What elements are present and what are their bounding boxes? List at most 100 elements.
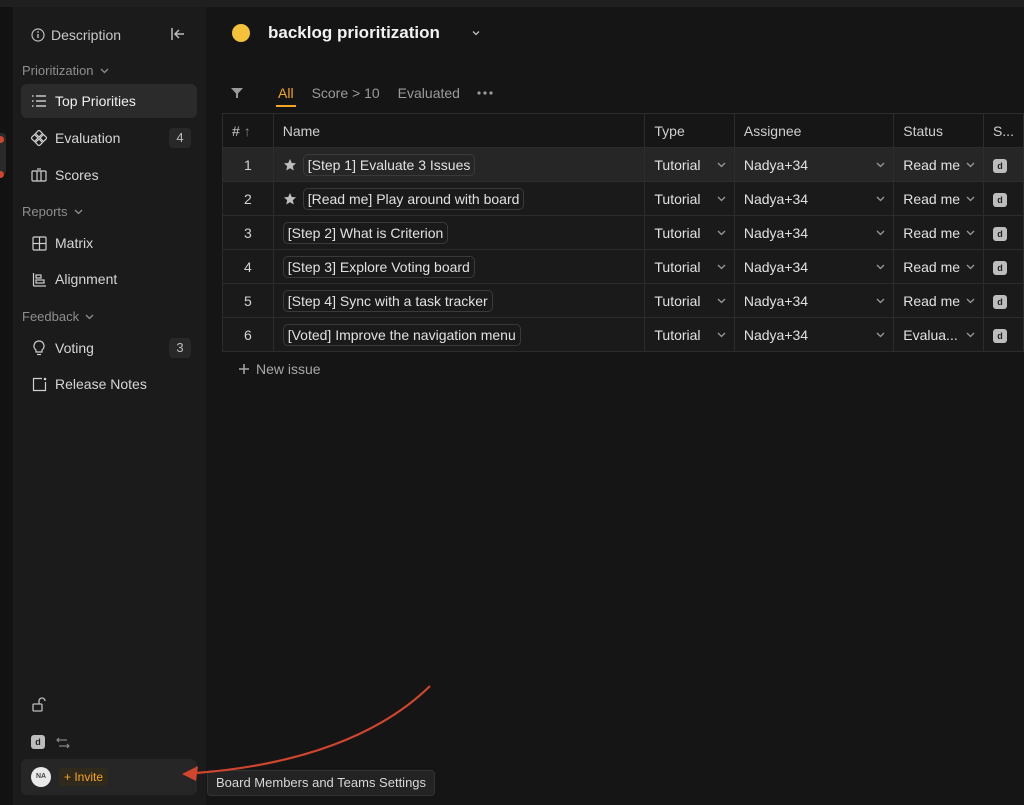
chevron-down-icon xyxy=(74,209,82,215)
column-header-name[interactable]: Name xyxy=(272,113,646,148)
section-reports[interactable]: Reports xyxy=(22,204,83,219)
assignee-cell[interactable]: Nadya+34 xyxy=(733,249,895,284)
column-header-assignee[interactable]: Assignee xyxy=(733,113,895,148)
chevron-down-icon[interactable] xyxy=(470,27,482,39)
tab-score-gt-10[interactable]: Score > 10 xyxy=(310,85,382,101)
new-issue-label: New issue xyxy=(256,361,321,377)
score-cell[interactable]: d xyxy=(982,147,1024,182)
sidebar-item-alignment[interactable]: Alignment xyxy=(21,262,197,296)
type-cell[interactable]: Tutorial xyxy=(644,147,735,182)
assignee-cell[interactable]: Nadya+34 xyxy=(733,215,895,250)
table-row[interactable]: 2 [Read me] Play around with board Tutor… xyxy=(222,181,1024,216)
issue-name[interactable]: [Step 3] Explore Voting board xyxy=(282,255,475,278)
board-members-bar[interactable]: NA + Invite xyxy=(21,759,197,795)
assignee-cell[interactable]: Nadya+34 xyxy=(733,181,895,216)
score-cell[interactable]: d xyxy=(982,283,1024,318)
column-header-score[interactable]: S... xyxy=(982,113,1024,148)
assignee-cell[interactable]: Nadya+34 xyxy=(733,147,895,182)
column-header-status[interactable]: Status xyxy=(893,113,984,148)
issue-name[interactable]: [Step 1] Evaluate 3 Issues xyxy=(302,153,476,176)
name-cell[interactable]: [Step 4] Sync with a task tracker xyxy=(272,283,646,318)
assignee-cell[interactable]: Nadya+34 xyxy=(733,283,895,318)
invite-button[interactable]: + Invite xyxy=(59,768,109,786)
top-bar xyxy=(0,0,1024,7)
status-cell[interactable]: Read me xyxy=(893,181,984,216)
status-value: Read me xyxy=(903,190,961,207)
sidebar-item-matrix[interactable]: Matrix xyxy=(21,226,197,260)
table-row[interactable]: 6 [Voted] Improve the navigation menu Tu… xyxy=(222,317,1024,352)
board-title[interactable]: backlog prioritization xyxy=(268,23,440,43)
chevron-down-icon xyxy=(966,332,975,338)
score-cell[interactable]: d xyxy=(982,249,1024,284)
chevron-down-icon xyxy=(100,68,108,74)
swap-icon[interactable] xyxy=(55,735,71,751)
assignee-value: Nadya+34 xyxy=(743,224,809,241)
assignee-cell[interactable]: Nadya+34 xyxy=(733,317,895,352)
sidebar-item-label: Scores xyxy=(55,167,99,183)
d-app-icon[interactable]: d xyxy=(31,735,47,751)
type-cell[interactable]: Tutorial xyxy=(644,317,735,352)
avatar[interactable]: NA xyxy=(31,767,51,787)
issue-name[interactable]: [Step 4] Sync with a task tracker xyxy=(282,289,493,312)
column-header-type[interactable]: Type xyxy=(644,113,735,148)
status-cell[interactable]: Read me xyxy=(893,147,984,182)
star-icon[interactable] xyxy=(283,192,297,206)
plus-icon xyxy=(239,364,249,374)
sidebar-item-evaluation[interactable]: Evaluation 4 xyxy=(21,121,197,155)
tab-all[interactable]: All xyxy=(276,85,296,107)
status-cell[interactable]: Read me xyxy=(893,215,984,250)
name-cell[interactable]: [Step 2] What is Criterion xyxy=(272,215,646,250)
type-cell[interactable]: Tutorial xyxy=(644,249,735,284)
table-row[interactable]: 3 [Step 2] What is Criterion Tutorial Na… xyxy=(222,215,1024,250)
name-cell[interactable]: [Step 3] Explore Voting board xyxy=(272,249,646,284)
sidebar-item-release-notes[interactable]: Release Notes xyxy=(21,367,197,401)
assignee-value: Nadya+34 xyxy=(743,326,809,343)
score-cell[interactable]: d xyxy=(982,317,1024,352)
sidebar-item-voting[interactable]: Voting 3 xyxy=(21,331,197,365)
column-header-number[interactable]: # ↑ xyxy=(222,113,274,148)
name-cell[interactable]: [Voted] Improve the navigation menu xyxy=(272,317,646,352)
table-row[interactable]: 5 [Step 4] Sync with a task tracker Tuto… xyxy=(222,283,1024,318)
collapse-sidebar-icon[interactable] xyxy=(169,25,187,43)
sidebar-item-label: Voting xyxy=(55,340,94,356)
type-cell[interactable]: Tutorial xyxy=(644,283,735,318)
type-cell[interactable]: Tutorial xyxy=(644,215,735,250)
more-icon[interactable] xyxy=(476,90,494,96)
status-cell[interactable]: Read me xyxy=(893,249,984,284)
row-number: 3 xyxy=(222,215,274,250)
scores-icon xyxy=(31,167,47,183)
unlock-icon[interactable] xyxy=(31,697,47,713)
issue-name[interactable]: [Read me] Play around with board xyxy=(302,187,525,210)
section-prioritization[interactable]: Prioritization xyxy=(22,63,109,78)
name-cell[interactable]: [Step 1] Evaluate 3 Issues xyxy=(272,147,646,182)
header-label: Status xyxy=(903,122,943,139)
status-cell[interactable]: Read me xyxy=(893,283,984,318)
assignee-value: Nadya+34 xyxy=(743,258,809,275)
table-row[interactable]: 4 [Step 3] Explore Voting board Tutorial… xyxy=(222,249,1024,284)
table-row[interactable]: 1 [Step 1] Evaluate 3 Issues Tutorial Na… xyxy=(222,147,1024,182)
tab-evaluated[interactable]: Evaluated xyxy=(396,85,462,101)
d-badge: d xyxy=(992,193,1007,207)
board-emoji-icon[interactable] xyxy=(232,24,250,42)
new-issue-button[interactable]: New issue xyxy=(238,361,321,377)
sidebar-item-label: Release Notes xyxy=(55,376,147,392)
score-cell[interactable]: d xyxy=(982,181,1024,216)
matrix-icon xyxy=(31,235,47,251)
sidebar-item-label: Matrix xyxy=(55,235,94,251)
section-feedback[interactable]: Feedback xyxy=(22,309,94,324)
chevron-down-icon xyxy=(876,298,885,304)
section-label: Feedback xyxy=(22,309,80,324)
name-cell[interactable]: [Read me] Play around with board xyxy=(272,181,646,216)
description-link[interactable]: Description xyxy=(31,25,121,45)
header-label: Name xyxy=(282,122,321,139)
status-cell[interactable]: Evalua... xyxy=(893,317,984,352)
header-label: # xyxy=(232,122,240,139)
issue-name[interactable]: [Step 2] What is Criterion xyxy=(282,221,449,244)
issue-name[interactable]: [Voted] Improve the navigation menu xyxy=(282,323,521,346)
score-cell[interactable]: d xyxy=(982,215,1024,250)
filter-icon[interactable] xyxy=(230,87,244,99)
star-icon[interactable] xyxy=(283,158,297,172)
sidebar-item-top-priorities[interactable]: Top Priorities xyxy=(21,84,197,118)
type-cell[interactable]: Tutorial xyxy=(644,181,735,216)
sidebar-item-scores[interactable]: Scores xyxy=(21,158,197,192)
